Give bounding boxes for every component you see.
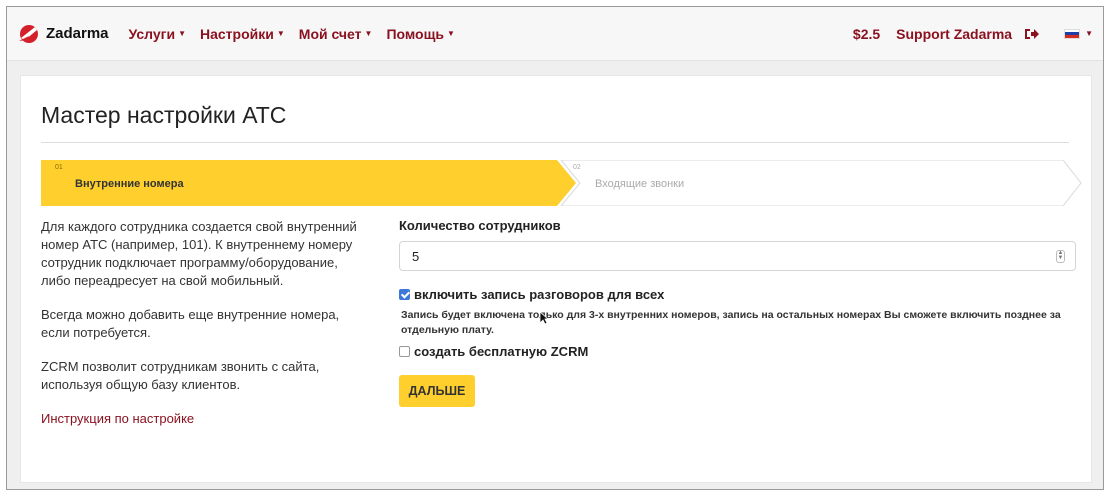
russian-flag-icon [1064, 28, 1081, 39]
language-selector[interactable]: ▼ [1064, 28, 1093, 39]
record-calls-option[interactable]: включить запись разговоров для всех [399, 287, 1079, 302]
logout-icon[interactable] [1024, 27, 1040, 41]
navbar-right: $2.5 Support Zadarma ▼ [853, 26, 1103, 42]
wizard-steps-graphic [41, 160, 1082, 206]
step-1-number: 01 [55, 164, 63, 171]
zadarma-logo-icon [19, 24, 38, 43]
menu-services[interactable]: Услуги ▼ [129, 26, 186, 42]
menu-my-account-label: Мой счет [298, 25, 362, 42]
record-calls-note: Запись будет включена только для 3-х вну… [401, 309, 1061, 336]
zcrm-label[interactable]: создать бесплатную ZCRM [414, 344, 588, 359]
employees-count-value: 5 [412, 248, 420, 264]
brand-name: Zadarma [46, 25, 109, 42]
page-title: Мастер настройки АТС [41, 102, 287, 128]
zcrm-option[interactable]: создать бесплатную ZCRM [399, 344, 1079, 359]
caret-down-icon: ▼ [447, 29, 455, 38]
info-column: Для каждого сотрудника создается свой вн… [41, 218, 361, 428]
setup-form: Количество сотрудников 5 ▲ ▼ включить зап… [399, 218, 1079, 407]
wizard-card: Мастер настройки АТС 01 Внутренние номер… [20, 75, 1092, 483]
step-2-number: 02 [573, 164, 581, 171]
menu-services-label: Услуги [128, 25, 176, 42]
brand-logo[interactable]: Zadarma [17, 24, 109, 44]
employees-count-label: Количество сотрудников [399, 218, 561, 233]
employees-count-input[interactable]: 5 ▲ ▼ [399, 241, 1076, 271]
menu-settings[interactable]: Настройки ▼ [200, 26, 285, 42]
record-calls-checkbox[interactable] [399, 289, 410, 300]
step-2-label[interactable]: Входящие звонки [595, 178, 684, 190]
setup-guide-link[interactable]: Инструкция по настройке [41, 411, 194, 426]
info-paragraph: ZCRM позволит сотрудникам звонить с сайт… [41, 359, 320, 392]
info-paragraph: Всегда можно добавить еще внутренние ном… [41, 307, 340, 340]
top-navbar: Zadarma Услуги ▼ Настройки ▼ Мой счет ▼ Пом… [7, 7, 1103, 61]
menu-help[interactable]: Помощь ▼ [386, 26, 455, 42]
menu-settings-label: Настройки [200, 25, 274, 42]
menu-my-account[interactable]: Мой счет ▼ [299, 26, 373, 42]
zcrm-checkbox[interactable] [399, 346, 410, 357]
caret-down-icon: ▼ [276, 29, 285, 38]
caret-down-icon: ▼ [178, 29, 186, 38]
info-paragraph: Для каждого сотрудника создается свой вн… [41, 219, 357, 288]
caret-down-icon: ▼ [1085, 29, 1093, 38]
number-stepper-icon[interactable]: ▲ ▼ [1056, 250, 1065, 263]
mouse-cursor-icon [539, 311, 549, 325]
step-1-label[interactable]: Внутренние номера [75, 178, 184, 190]
next-button[interactable]: ДАЛЬШЕ [399, 375, 475, 407]
wizard-steps: 01 Внутренние номера 02 Входящие звонки [41, 160, 1083, 206]
account-balance[interactable]: $2.5 [853, 26, 880, 42]
record-calls-label[interactable]: включить запись разговоров для всех [414, 287, 664, 302]
account-name[interactable]: Support Zadarma [896, 26, 1012, 42]
divider [41, 142, 1069, 143]
menu-help-label: Помощь [386, 25, 445, 42]
browser-viewport: Zadarma Услуги ▼ Настройки ▼ Мой счет ▼ Пом… [6, 6, 1104, 490]
caret-down-icon: ▼ [364, 29, 373, 38]
